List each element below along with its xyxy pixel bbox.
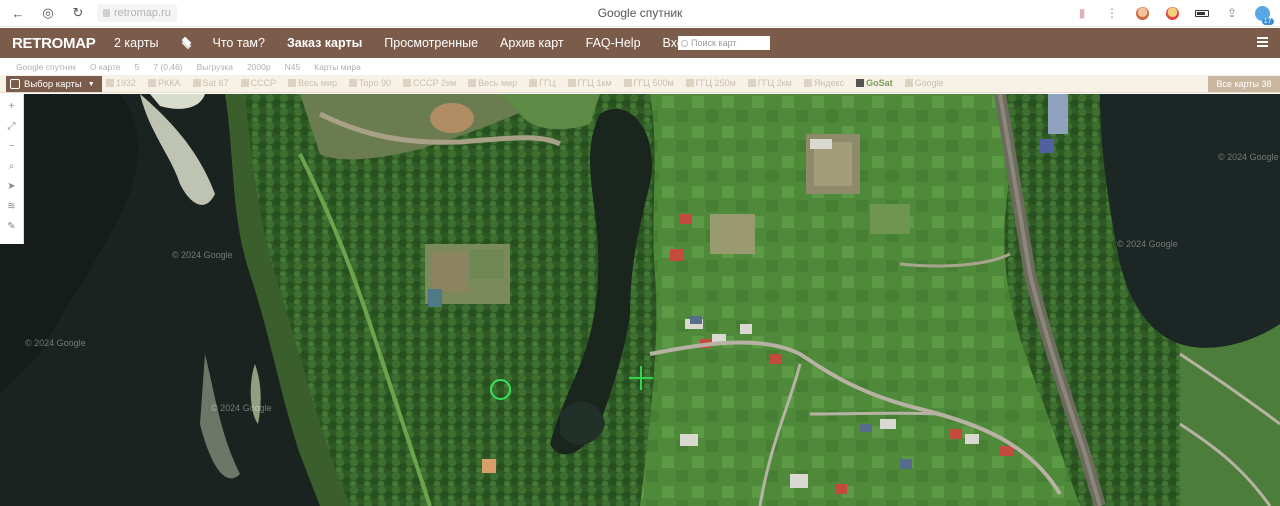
search-input[interactable]: Поиск карт: [678, 36, 770, 50]
map-layer-item[interactable]: Весь мир: [288, 78, 337, 88]
bookmark-icon[interactable]: ▮: [1072, 3, 1092, 23]
info-zoom: 7 (0,46): [153, 61, 183, 72]
ruler-icon[interactable]: ✎: [3, 216, 21, 236]
menu-faq-help[interactable]: FAQ-Help: [586, 36, 641, 50]
map-select-icon: [10, 79, 20, 89]
info-export[interactable]: Выгрузка: [197, 62, 233, 72]
location-marker-icon[interactable]: [490, 379, 511, 400]
menu-whats-there[interactable]: Что там?: [213, 36, 265, 50]
navigate-icon[interactable]: ➤: [3, 176, 21, 196]
map-layer-item[interactable]: Google: [904, 78, 944, 88]
map-center-crosshair-icon: [629, 366, 653, 390]
info-count: 5: [134, 61, 140, 72]
map-watermark: © 2024 Google: [1218, 152, 1279, 162]
map-watermark: © 2024 Google: [25, 338, 86, 348]
menu-viewed[interactable]: Просмотренные: [384, 36, 478, 50]
map-layer-item[interactable]: СССР: [240, 78, 276, 88]
hamburger-menu-icon[interactable]: [1257, 37, 1268, 47]
map-layer-item[interactable]: 1932: [106, 78, 136, 88]
back-icon[interactable]: ←: [7, 2, 29, 24]
share-icon[interactable]: ⇪: [1222, 3, 1242, 23]
map-layer-list: 1932 РККА Sat 67 СССР Весь мир Topo 90 С…: [106, 78, 956, 88]
map-layer-item[interactable]: ГГЦ 1км: [567, 78, 612, 88]
extension-avatar-icon[interactable]: [1162, 3, 1182, 23]
info-map-name: Google спутник: [16, 61, 76, 72]
main-menu: 2 карты Что там? Заказ карты Просмотренн…: [114, 36, 713, 50]
zoom-in-icon[interactable]: +: [3, 96, 21, 116]
reload-icon[interactable]: ↻: [67, 2, 89, 24]
map-switch-bar: Выбор карты ▼ 1932 РККА Sat 67 СССР Весь…: [0, 75, 1280, 93]
map-watermark: © 2024 Google: [1117, 239, 1178, 249]
map-layer-item[interactable]: ГГЦ 250м: [685, 78, 736, 88]
site-header: RETROMAP 2 карты Что там? Заказ карты Пр…: [0, 28, 1280, 58]
satellite-imagery: [0, 94, 1280, 506]
notifications-icon[interactable]: [1252, 3, 1274, 25]
map-layer-item[interactable]: РККА: [148, 78, 181, 88]
menu-two-maps[interactable]: 2 карты: [114, 36, 159, 50]
map-layer-item[interactable]: ГГЦ 2км: [747, 78, 792, 88]
map-watermark: © 2024 Google: [172, 250, 233, 260]
url-text: retromap.ru: [114, 7, 171, 19]
map-layer-item[interactable]: Яндекс: [803, 78, 844, 88]
profile-avatar-icon[interactable]: [1132, 3, 1152, 23]
map-info-row: Google спутник О карте 5 7 (0,46) Выгруз…: [0, 58, 1280, 75]
site-logo[interactable]: RETROMAP: [12, 35, 96, 52]
menu-map-archive[interactable]: Архив карт: [500, 36, 564, 50]
info-world-maps[interactable]: Карты мира: [314, 62, 361, 72]
info-coordinate: N45: [284, 61, 301, 72]
map-layer-item[interactable]: Весь мир: [468, 78, 517, 88]
map-layer-item[interactable]: ГГЦ: [529, 78, 556, 88]
satellite-map[interactable]: © 2024 Google © 2024 Google © 2024 Googl…: [0, 94, 1280, 506]
info-price: 2000р: [246, 61, 271, 72]
address-bar[interactable]: retromap.ru: [97, 4, 177, 22]
layers-icon[interactable]: [181, 37, 193, 49]
map-layer-item-active[interactable]: GoSat: [856, 78, 893, 88]
map-layer-item[interactable]: Topo 90: [349, 78, 391, 88]
browser-toolbar: ← ◎ ↻ retromap.ru Google спутник ▮ ⋮ ⇪: [0, 0, 1280, 27]
search-placeholder: Поиск карт: [691, 38, 737, 48]
lock-icon: [103, 9, 110, 17]
map-layer-item[interactable]: ГГЦ 500м: [623, 78, 674, 88]
map-layer-item[interactable]: СССР 2км: [403, 78, 456, 88]
map-layer-item[interactable]: Sat 67: [192, 78, 229, 88]
zoom-out-icon[interactable]: −: [3, 136, 21, 156]
choose-map-button[interactable]: Выбор карты ▼: [6, 76, 102, 92]
search-icon: [681, 39, 688, 47]
battery-icon: [1192, 3, 1212, 23]
menu-order-map[interactable]: Заказ карты: [287, 36, 362, 50]
more-menu-icon[interactable]: ⋮: [1102, 3, 1122, 23]
info-about-map[interactable]: О карте: [90, 62, 121, 72]
map-toolbar: + ⤢ − ⌕ ➤ ≋ ✎: [0, 94, 24, 244]
search-icon[interactable]: ⌕: [3, 156, 21, 176]
choose-map-label: Выбор карты: [24, 78, 82, 90]
extension-icon[interactable]: ◎: [37, 2, 59, 24]
layers-icon[interactable]: ≋: [3, 196, 21, 216]
map-watermark: © 2024 Google: [211, 403, 272, 413]
chevron-down-icon: ▼: [87, 80, 95, 88]
fullscreen-icon[interactable]: ⤢: [3, 116, 21, 136]
all-maps-button[interactable]: Все карты 38: [1208, 76, 1280, 92]
